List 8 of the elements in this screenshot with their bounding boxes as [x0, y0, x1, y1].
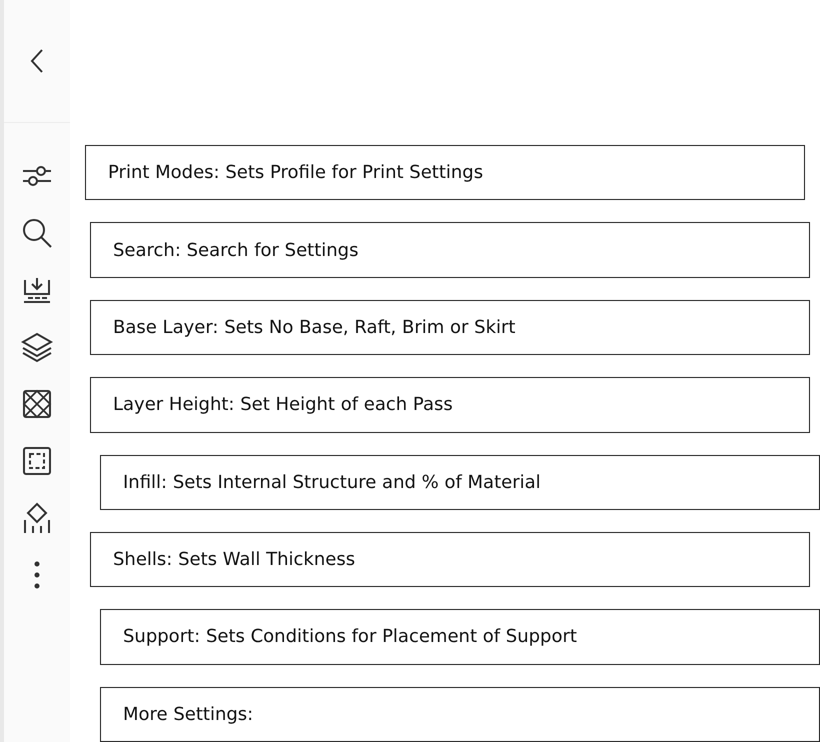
annotation-label: Shells: Sets Wall Thickness [90, 532, 810, 588]
annotation-label: Infill: Sets Internal Structure and % of Material [100, 454, 820, 510]
annotation-label: Support: Sets Conditions for Placement of Support [100, 609, 820, 665]
annotation-label: Base Layer: Sets No Base, Raft, Brim or Skirt [90, 300, 810, 356]
annotation-label: More Settings: [100, 686, 820, 742]
annotation-label: Search: Search for Settings [90, 222, 810, 278]
annotation-label: Layer Height: Set Height of each Pass [90, 377, 810, 432]
annotation-label: Print Modes: Sets Profile for Print Settings [85, 145, 805, 200]
